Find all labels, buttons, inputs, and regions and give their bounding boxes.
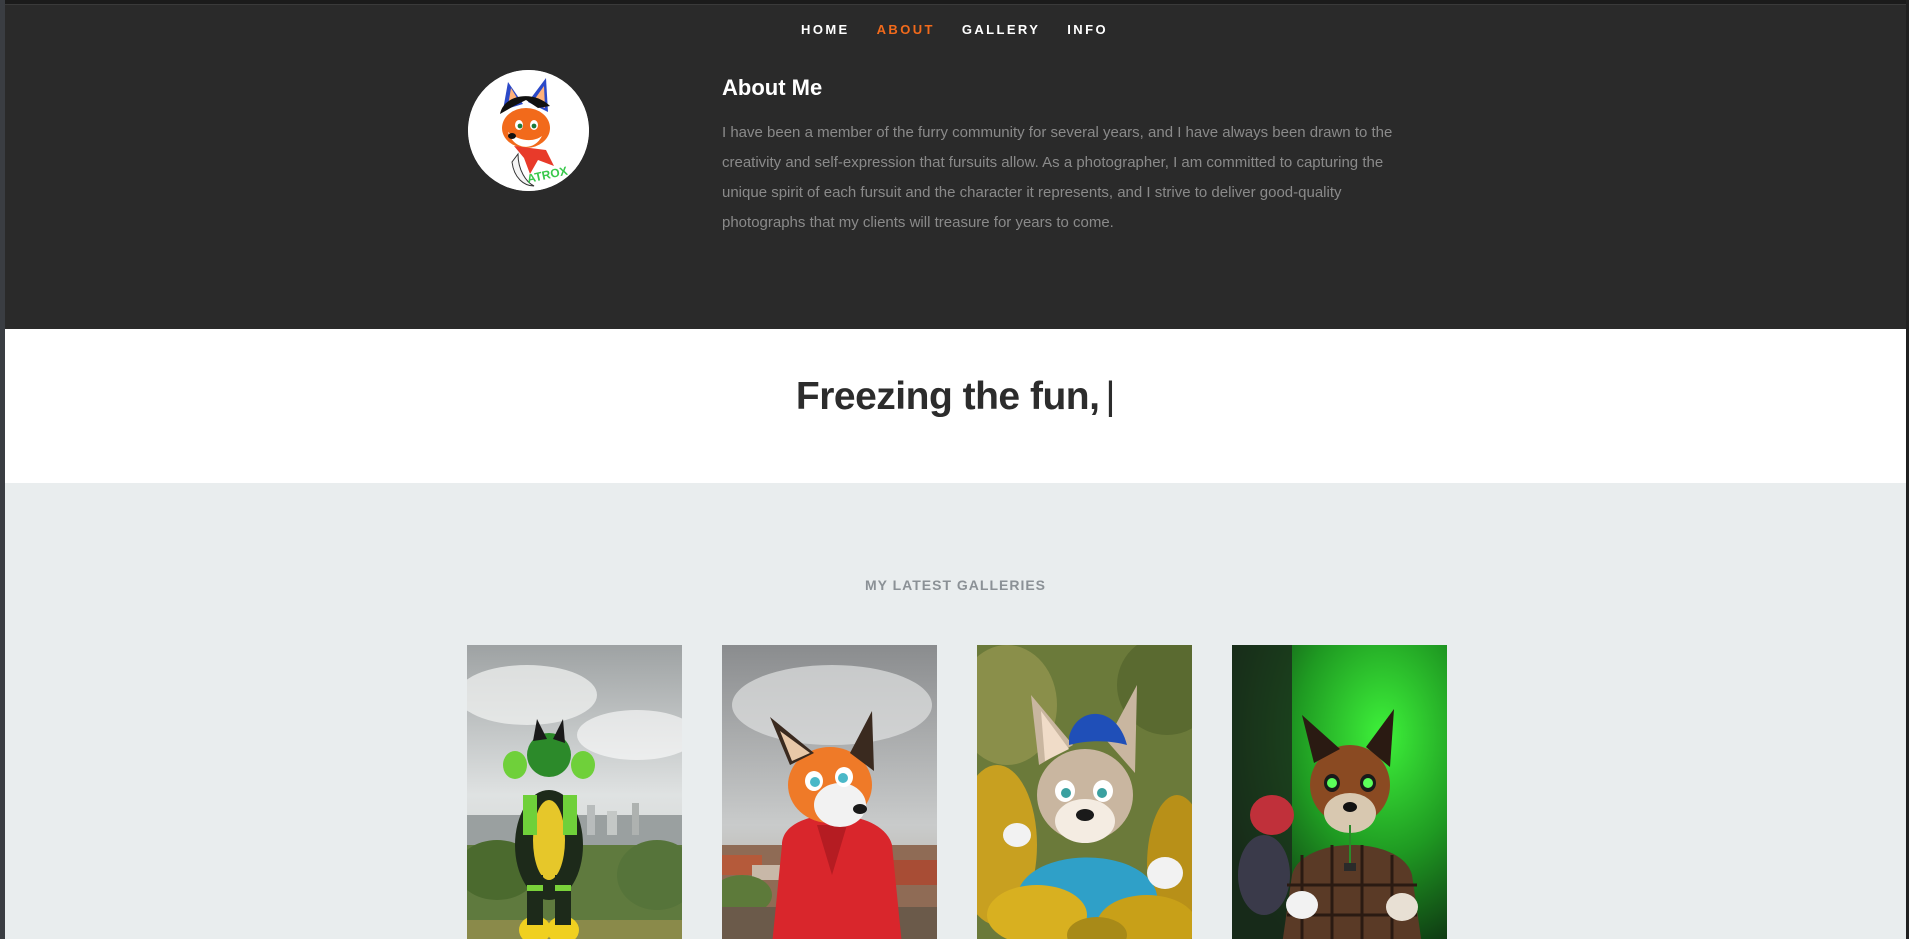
photo-fursuit-green	[467, 645, 682, 939]
about-section: ATROX About Me I have been a member of t…	[5, 5, 1906, 329]
tagline: Freezing the fun, |	[5, 375, 1906, 419]
gallery-thumbnail-4[interactable]	[1232, 645, 1447, 939]
nav-about[interactable]: ABOUT	[877, 22, 935, 37]
gallery-thumbnail-2[interactable]	[722, 645, 937, 939]
galleries-section: MY LATEST GALLERIES	[5, 483, 1906, 939]
avatar: ATROX	[468, 70, 589, 191]
photo-fursuit-orange-fox	[722, 645, 937, 939]
typing-caret: |	[1105, 375, 1116, 418]
gallery-thumbnail-1[interactable]	[467, 645, 682, 939]
main-nav: HOME ABOUT GALLERY INFO	[0, 22, 1909, 37]
photo-fursuit-blue-mohawk	[977, 645, 1192, 939]
nav-home[interactable]: HOME	[801, 22, 850, 37]
gallery-thumbnail-3[interactable]	[977, 645, 1192, 939]
gallery-thumbnails	[467, 645, 1447, 939]
photo-fursuit-green-light	[1232, 645, 1447, 939]
nav-gallery[interactable]: GALLERY	[962, 22, 1040, 37]
fox-avatar-icon: ATROX	[468, 70, 589, 191]
tagline-section: Freezing the fun, |	[5, 329, 1906, 483]
nav-info[interactable]: INFO	[1067, 22, 1108, 37]
galleries-heading: MY LATEST GALLERIES	[864, 577, 1047, 593]
about-text: I have been a member of the furry commun…	[722, 124, 1393, 231]
about-title: About Me	[722, 75, 823, 100]
tagline-text: Freezing the fun,	[795, 375, 1100, 418]
